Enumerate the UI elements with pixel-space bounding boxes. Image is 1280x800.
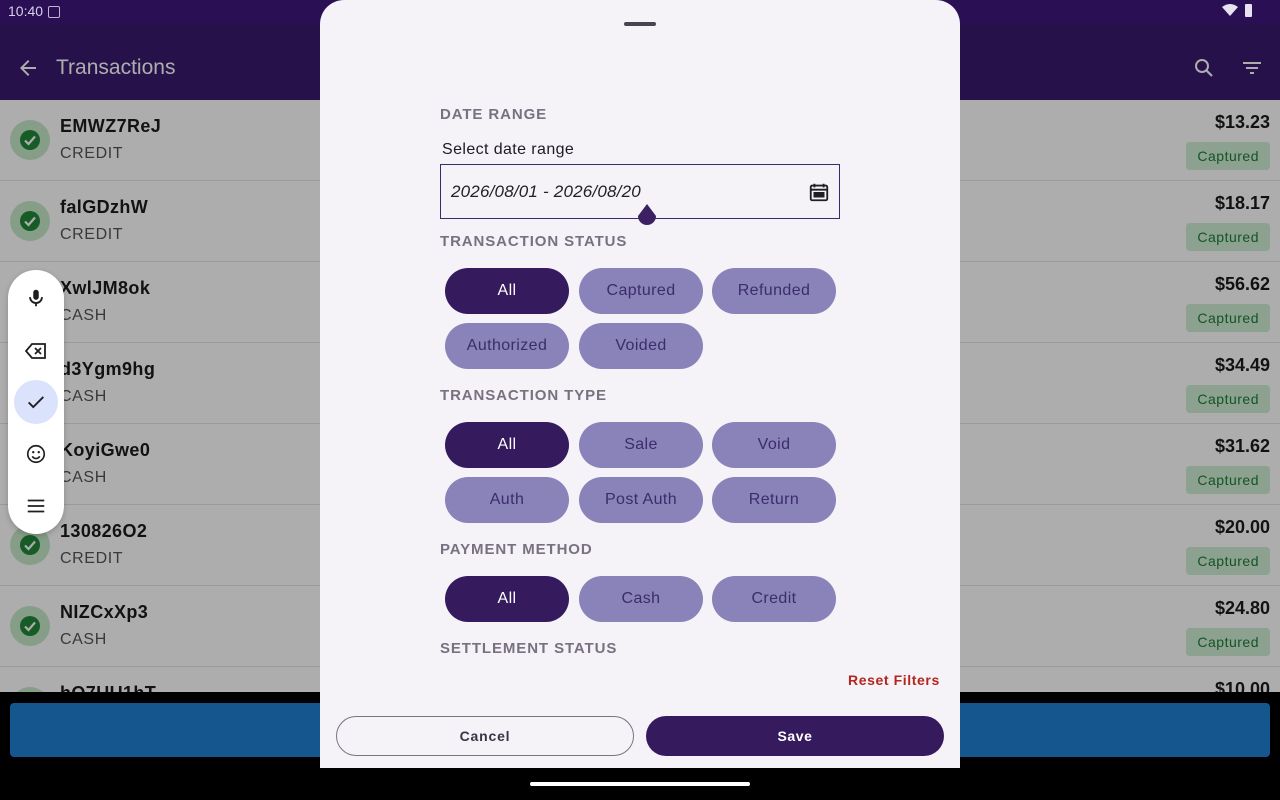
- reset-filters-button[interactable]: Reset Filters: [848, 672, 940, 688]
- section-title-transaction-type: TRANSACTION TYPE: [440, 387, 607, 404]
- check-icon[interactable]: [14, 380, 58, 424]
- section-title-transaction-status: TRANSACTION STATUS: [440, 233, 628, 250]
- chip-payment-cash[interactable]: Cash: [579, 576, 703, 622]
- status-time: 10:40: [8, 3, 44, 19]
- date-range-label: Select date range: [442, 141, 575, 158]
- chip-type-return[interactable]: Return: [712, 477, 836, 523]
- text-cursor-handle-icon[interactable]: [636, 204, 658, 228]
- menu-icon[interactable]: [14, 484, 58, 528]
- backspace-icon[interactable]: [14, 329, 58, 373]
- cancel-button[interactable]: Cancel: [336, 716, 634, 756]
- chip-type-void[interactable]: Void: [712, 422, 836, 468]
- section-title-settlement-status: SETTLEMENT STATUS: [440, 640, 618, 657]
- section-title-date-range: DATE RANGE: [440, 106, 548, 123]
- chip-status-refunded[interactable]: Refunded: [712, 268, 836, 314]
- chip-status-captured[interactable]: Captured: [579, 268, 703, 314]
- keyboard-toolbar: [8, 270, 64, 534]
- drag-handle[interactable]: [624, 22, 656, 26]
- save-button[interactable]: Save: [646, 716, 944, 756]
- mic-icon[interactable]: [14, 276, 58, 320]
- filter-sheet: DATE RANGE Select date range 2026/08/01 …: [320, 0, 960, 768]
- chip-status-all[interactable]: All: [445, 268, 569, 314]
- battery-icon: [1245, 4, 1252, 17]
- chip-status-authorized[interactable]: Authorized: [445, 323, 569, 369]
- chip-status-voided[interactable]: Voided: [579, 323, 703, 369]
- section-title-payment-method: PAYMENT METHOD: [440, 541, 593, 558]
- chip-payment-all[interactable]: All: [445, 576, 569, 622]
- gallery-notification-icon: [48, 6, 60, 18]
- emoji-icon[interactable]: [14, 432, 58, 476]
- chip-type-auth[interactable]: Auth: [445, 477, 569, 523]
- calendar-icon[interactable]: [808, 181, 830, 203]
- date-range-value: 2026/08/01 - 2026/08/20: [451, 182, 641, 201]
- chip-type-post-auth[interactable]: Post Auth: [579, 477, 703, 523]
- chip-type-all[interactable]: All: [445, 422, 569, 468]
- chip-payment-credit[interactable]: Credit: [712, 576, 836, 622]
- wifi-icon: [1222, 4, 1238, 16]
- chip-type-sale[interactable]: Sale: [579, 422, 703, 468]
- home-gesture-handle[interactable]: [530, 782, 750, 786]
- navigation-bar: [0, 768, 1280, 800]
